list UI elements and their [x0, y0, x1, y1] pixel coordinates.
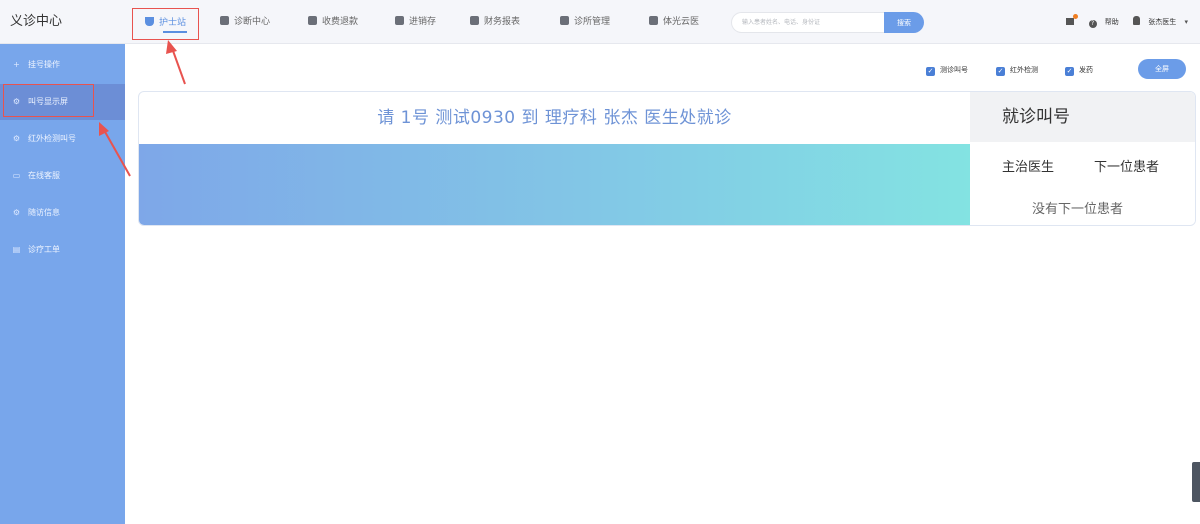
search-bar: 搜索	[731, 12, 924, 33]
sidebar-item-work-order[interactable]: ▤ 诊疗工单	[0, 232, 125, 268]
nav-tab-label: 诊断中心	[234, 17, 271, 27]
message-icon[interactable]	[1066, 14, 1079, 25]
check-icon: ✓	[926, 67, 935, 76]
check-icon: ✓	[1065, 67, 1074, 76]
infrared-icon: ⚙	[12, 134, 21, 143]
payment-icon	[308, 16, 317, 25]
notification-dot	[1073, 14, 1079, 19]
check-icon: ✓	[996, 67, 1005, 76]
nav-tab-label: 护士站	[159, 18, 187, 28]
chevron-down-icon: ▾	[1184, 18, 1188, 26]
sidebar-item-label: 诊疗工单	[28, 245, 60, 254]
nav-tab-finance-report[interactable]: 财务报表	[470, 10, 520, 36]
nav-tab-label: 进销存	[409, 17, 437, 27]
help-icon: ?	[1088, 20, 1097, 28]
main-content: ✓ 测诊叫号 ✓ 红外检测 ✓ 发药 全屏 请 1号 测试0930 到 理疗科 张杰 …	[125, 44, 1200, 524]
nav-tab-diagnosis[interactable]: 诊断中心	[220, 10, 270, 36]
checkbox-label: 红外检测	[1010, 66, 1038, 74]
call-display-screen: 请 1号 测试0930 到 理疗科 张杰 医生处就诊 就诊叫号 主治医生 下一位…	[138, 91, 1196, 226]
nav-tab-label: 诊所管理	[574, 17, 611, 27]
nav-tab-label: 体光云医	[663, 17, 700, 27]
sidebar: + 挂号操作 ⚙ 叫号显示屏 ⚙ 红外检测叫号 ▭ 在线客服 ⚙ 随访信息 ▤ 诊疗工单	[0, 44, 125, 524]
nav-tab-label: 财务报表	[484, 17, 521, 27]
search-input[interactable]	[731, 12, 884, 33]
side-scroll-handle[interactable]	[1192, 462, 1200, 502]
followup-icon: ⚙	[12, 208, 21, 217]
chat-icon: ▭	[12, 171, 21, 180]
sidebar-item-label: 随访信息	[28, 208, 60, 217]
nav-tab-inventory[interactable]: 进销存	[395, 10, 436, 36]
report-icon	[470, 16, 479, 25]
sidebar-item-call-display[interactable]: ⚙ 叫号显示屏	[0, 84, 125, 120]
app-title: 义诊中心	[10, 14, 63, 29]
nav-tab-label: 收费退款	[322, 17, 359, 27]
help-link[interactable]: ? 帮助	[1083, 18, 1119, 28]
display-banner	[139, 144, 970, 225]
shield-icon	[145, 17, 154, 26]
col-header-doctor: 主治医生	[1002, 160, 1055, 175]
diagnosis-icon	[220, 16, 229, 25]
user-name: 张杰医生	[1148, 18, 1177, 26]
header-tools: ? 帮助 张杰医生 ▾	[1060, 0, 1188, 44]
nav-tab-cloud[interactable]: 体光云医	[649, 10, 699, 36]
sidebar-item-online-service[interactable]: ▭ 在线客服	[0, 158, 125, 194]
col-header-next-patient: 下一位患者	[1094, 160, 1160, 175]
inventory-icon	[395, 16, 404, 25]
top-header: 义诊中心 护士站 诊断中心 收费退款 进销存 财务报表 诊所管理 体光云医 搜索…	[0, 0, 1200, 44]
queue-panel-title: 就诊叫号	[970, 92, 1195, 142]
checkbox-label: 发药	[1079, 66, 1093, 74]
active-tab-underline	[163, 31, 187, 33]
call-message: 请 1号 测试0930 到 理疗科 张杰 医生处就诊	[377, 108, 732, 128]
ticket-icon: ▤	[12, 245, 21, 254]
user-menu[interactable]: 张杰医生 ▾	[1127, 16, 1188, 26]
sidebar-item-label: 红外检测叫号	[28, 134, 76, 143]
nav-tab-clinic-management[interactable]: 诊所管理	[560, 10, 610, 36]
annotation-highlight-box	[3, 84, 94, 117]
plus-icon: +	[13, 60, 20, 69]
checkbox-dispense-option[interactable]: ✓ 发药	[1065, 65, 1093, 76]
empty-queue-message: 没有下一位患者	[1032, 202, 1124, 217]
user-icon	[1133, 16, 1141, 25]
search-button[interactable]: 搜索	[884, 12, 924, 33]
nav-tab-payment[interactable]: 收费退款	[308, 10, 358, 36]
fullscreen-button[interactable]: 全屏	[1138, 59, 1186, 79]
sidebar-item-infrared-call[interactable]: ⚙ 红外检测叫号	[0, 121, 125, 157]
clinic-icon	[560, 16, 569, 25]
nav-tab-nurse-station[interactable]: 护士站	[132, 8, 200, 40]
sidebar-item-label: 挂号操作	[28, 60, 60, 69]
cloud-icon	[649, 16, 658, 25]
checkbox-label: 测诊叫号	[940, 66, 968, 74]
checkbox-infrared-option[interactable]: ✓ 红外检测	[996, 65, 1038, 76]
sidebar-item-label: 在线客服	[28, 171, 60, 180]
checkbox-call-option[interactable]: ✓ 测诊叫号	[926, 65, 968, 76]
help-label: 帮助	[1104, 18, 1119, 26]
sidebar-item-followup[interactable]: ⚙ 随访信息	[0, 195, 125, 231]
sidebar-item-registration[interactable]: + 挂号操作	[0, 47, 125, 83]
display-toolbar: ✓ 测诊叫号 ✓ 红外检测 ✓ 发药 全屏	[926, 59, 1186, 79]
queue-panel: 就诊叫号 主治医生 下一位患者 没有下一位患者	[970, 92, 1195, 225]
